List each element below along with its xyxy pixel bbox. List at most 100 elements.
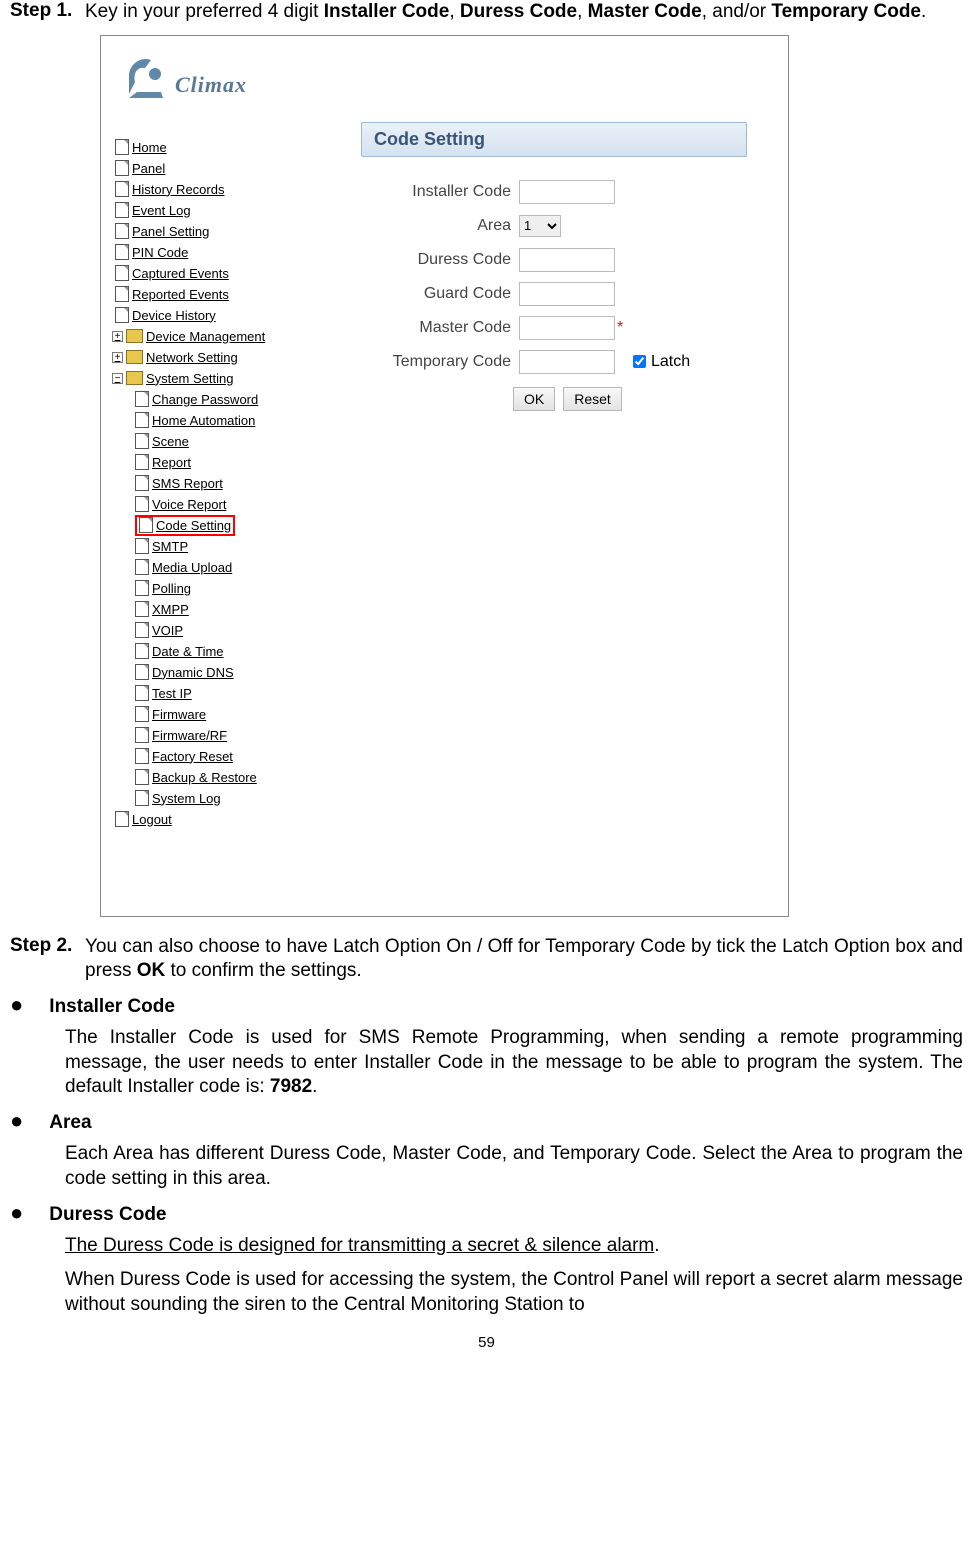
- page-icon: [139, 517, 153, 533]
- latch-label: Latch: [651, 353, 690, 371]
- page-icon: [135, 496, 149, 512]
- page-icon: [135, 391, 149, 407]
- bullet-duress-head: Duress Code: [49, 1202, 166, 1226]
- nav-netset[interactable]: +Network Setting: [115, 347, 331, 368]
- nav-media[interactable]: Media Upload: [135, 557, 331, 578]
- page-icon: [135, 664, 149, 680]
- bullet-area-head: Area: [49, 1110, 91, 1134]
- logo-text: Climax: [175, 72, 247, 98]
- folder-icon: [126, 371, 143, 385]
- nav-fw[interactable]: Firmware: [135, 704, 331, 725]
- nav-captured[interactable]: Captured Events: [115, 263, 331, 284]
- page-icon: [115, 202, 129, 218]
- page-icon: [135, 475, 149, 491]
- temporary-input[interactable]: [519, 350, 615, 374]
- bullet-area: ● Area: [10, 1110, 963, 1134]
- page-icon: [135, 601, 149, 617]
- nav-devhist[interactable]: Device History: [115, 305, 331, 326]
- nav-sysset[interactable]: −System Setting: [115, 368, 331, 389]
- logo-band: Climax: [101, 36, 788, 119]
- page-icon: [135, 412, 149, 428]
- step1-body: Key in your preferred 4 digit Installer …: [85, 0, 963, 25]
- page-icon: [135, 706, 149, 722]
- page-icon: [115, 307, 129, 323]
- code-form: Installer Code Area1 Duress Code Guard C…: [361, 175, 788, 411]
- nav-ddns[interactable]: Dynamic DNS: [135, 662, 331, 683]
- expand-icon[interactable]: +: [112, 331, 123, 342]
- nav-factory[interactable]: Factory Reset: [135, 746, 331, 767]
- bullet-installer-head: Installer Code: [49, 994, 175, 1018]
- collapse-icon[interactable]: −: [112, 373, 123, 384]
- nav-voip[interactable]: VOIP: [135, 620, 331, 641]
- master-input[interactable]: [519, 316, 615, 340]
- area-select[interactable]: 1: [519, 215, 561, 237]
- nav-codesetting[interactable]: Code Setting: [135, 515, 331, 536]
- guard-input[interactable]: [519, 282, 615, 306]
- nav-home[interactable]: Home: [115, 137, 331, 158]
- page-icon: [115, 223, 129, 239]
- duress-body: When Duress Code is used for accessing t…: [65, 1268, 963, 1317]
- page-icon: [135, 454, 149, 470]
- label-temporary: Temporary Code: [361, 353, 519, 371]
- screenshot: Climax Home Panel History Records Event …: [100, 35, 789, 917]
- nav-history[interactable]: History Records: [115, 179, 331, 200]
- page-icon: [115, 160, 129, 176]
- folder-icon: [126, 350, 143, 364]
- nav-polling[interactable]: Polling: [135, 578, 331, 599]
- nav-datetime[interactable]: Date & Time: [135, 641, 331, 662]
- duress-input[interactable]: [519, 248, 615, 272]
- page-number: 59: [10, 1334, 963, 1351]
- nav-syslog[interactable]: System Log: [135, 788, 331, 809]
- nav-smsreport[interactable]: SMS Report: [135, 473, 331, 494]
- nav-panelsetting[interactable]: Panel Setting: [115, 221, 331, 242]
- page-icon: [135, 559, 149, 575]
- page-icon: [135, 643, 149, 659]
- page-icon: [135, 748, 149, 764]
- bullet-icon: ●: [10, 994, 23, 1016]
- page-icon: [135, 433, 149, 449]
- page-icon: [115, 139, 129, 155]
- step-2: Step 2. You can also choose to have Latc…: [10, 935, 963, 984]
- nav-tree: Home Panel History Records Event Log Pan…: [101, 119, 331, 830]
- installer-input[interactable]: [519, 180, 615, 204]
- step2-label: Step 2.: [10, 935, 85, 984]
- page-icon: [135, 790, 149, 806]
- nav-smtp[interactable]: SMTP: [135, 536, 331, 557]
- nav-report[interactable]: Report: [135, 452, 331, 473]
- expand-icon[interactable]: +: [112, 352, 123, 363]
- page-icon: [135, 622, 149, 638]
- page-icon: [115, 181, 129, 197]
- nav-voicereport[interactable]: Voice Report: [135, 494, 331, 515]
- nav-logout[interactable]: Logout: [115, 809, 331, 830]
- required-marker: *: [617, 319, 623, 337]
- ok-button[interactable]: OK: [513, 387, 555, 411]
- nav-xmpp[interactable]: XMPP: [135, 599, 331, 620]
- nav-devmgmt[interactable]: +Device Management: [115, 326, 331, 347]
- nav-scene[interactable]: Scene: [135, 431, 331, 452]
- nav-eventlog[interactable]: Event Log: [115, 200, 331, 221]
- bullet-icon: ●: [10, 1202, 23, 1224]
- label-installer: Installer Code: [361, 183, 519, 201]
- nav-fwrf[interactable]: Firmware/RF: [135, 725, 331, 746]
- page-icon: [115, 265, 129, 281]
- nav-changepw[interactable]: Change Password: [135, 389, 331, 410]
- reset-button[interactable]: Reset: [563, 387, 622, 411]
- folder-icon: [126, 329, 143, 343]
- latch-checkbox[interactable]: [633, 355, 646, 368]
- page-icon: [135, 685, 149, 701]
- label-duress: Duress Code: [361, 251, 519, 269]
- nav-pin[interactable]: PIN Code: [115, 242, 331, 263]
- climax-logo-icon: [123, 54, 171, 98]
- page-icon: [115, 811, 129, 827]
- nav-homeauto[interactable]: Home Automation: [135, 410, 331, 431]
- nav-backup[interactable]: Backup & Restore: [135, 767, 331, 788]
- nav-testip[interactable]: Test IP: [135, 683, 331, 704]
- nav-panel[interactable]: Panel: [115, 158, 331, 179]
- page-icon: [115, 286, 129, 302]
- bullet-duress: ● Duress Code: [10, 1202, 963, 1226]
- area-body: Each Area has different Duress Code, Mas…: [65, 1142, 963, 1191]
- panel-heading: Code Setting: [361, 122, 747, 157]
- step2-body: You can also choose to have Latch Option…: [85, 935, 963, 984]
- content-pane: Code Setting Installer Code Area1 Duress…: [331, 119, 788, 830]
- nav-reported[interactable]: Reported Events: [115, 284, 331, 305]
